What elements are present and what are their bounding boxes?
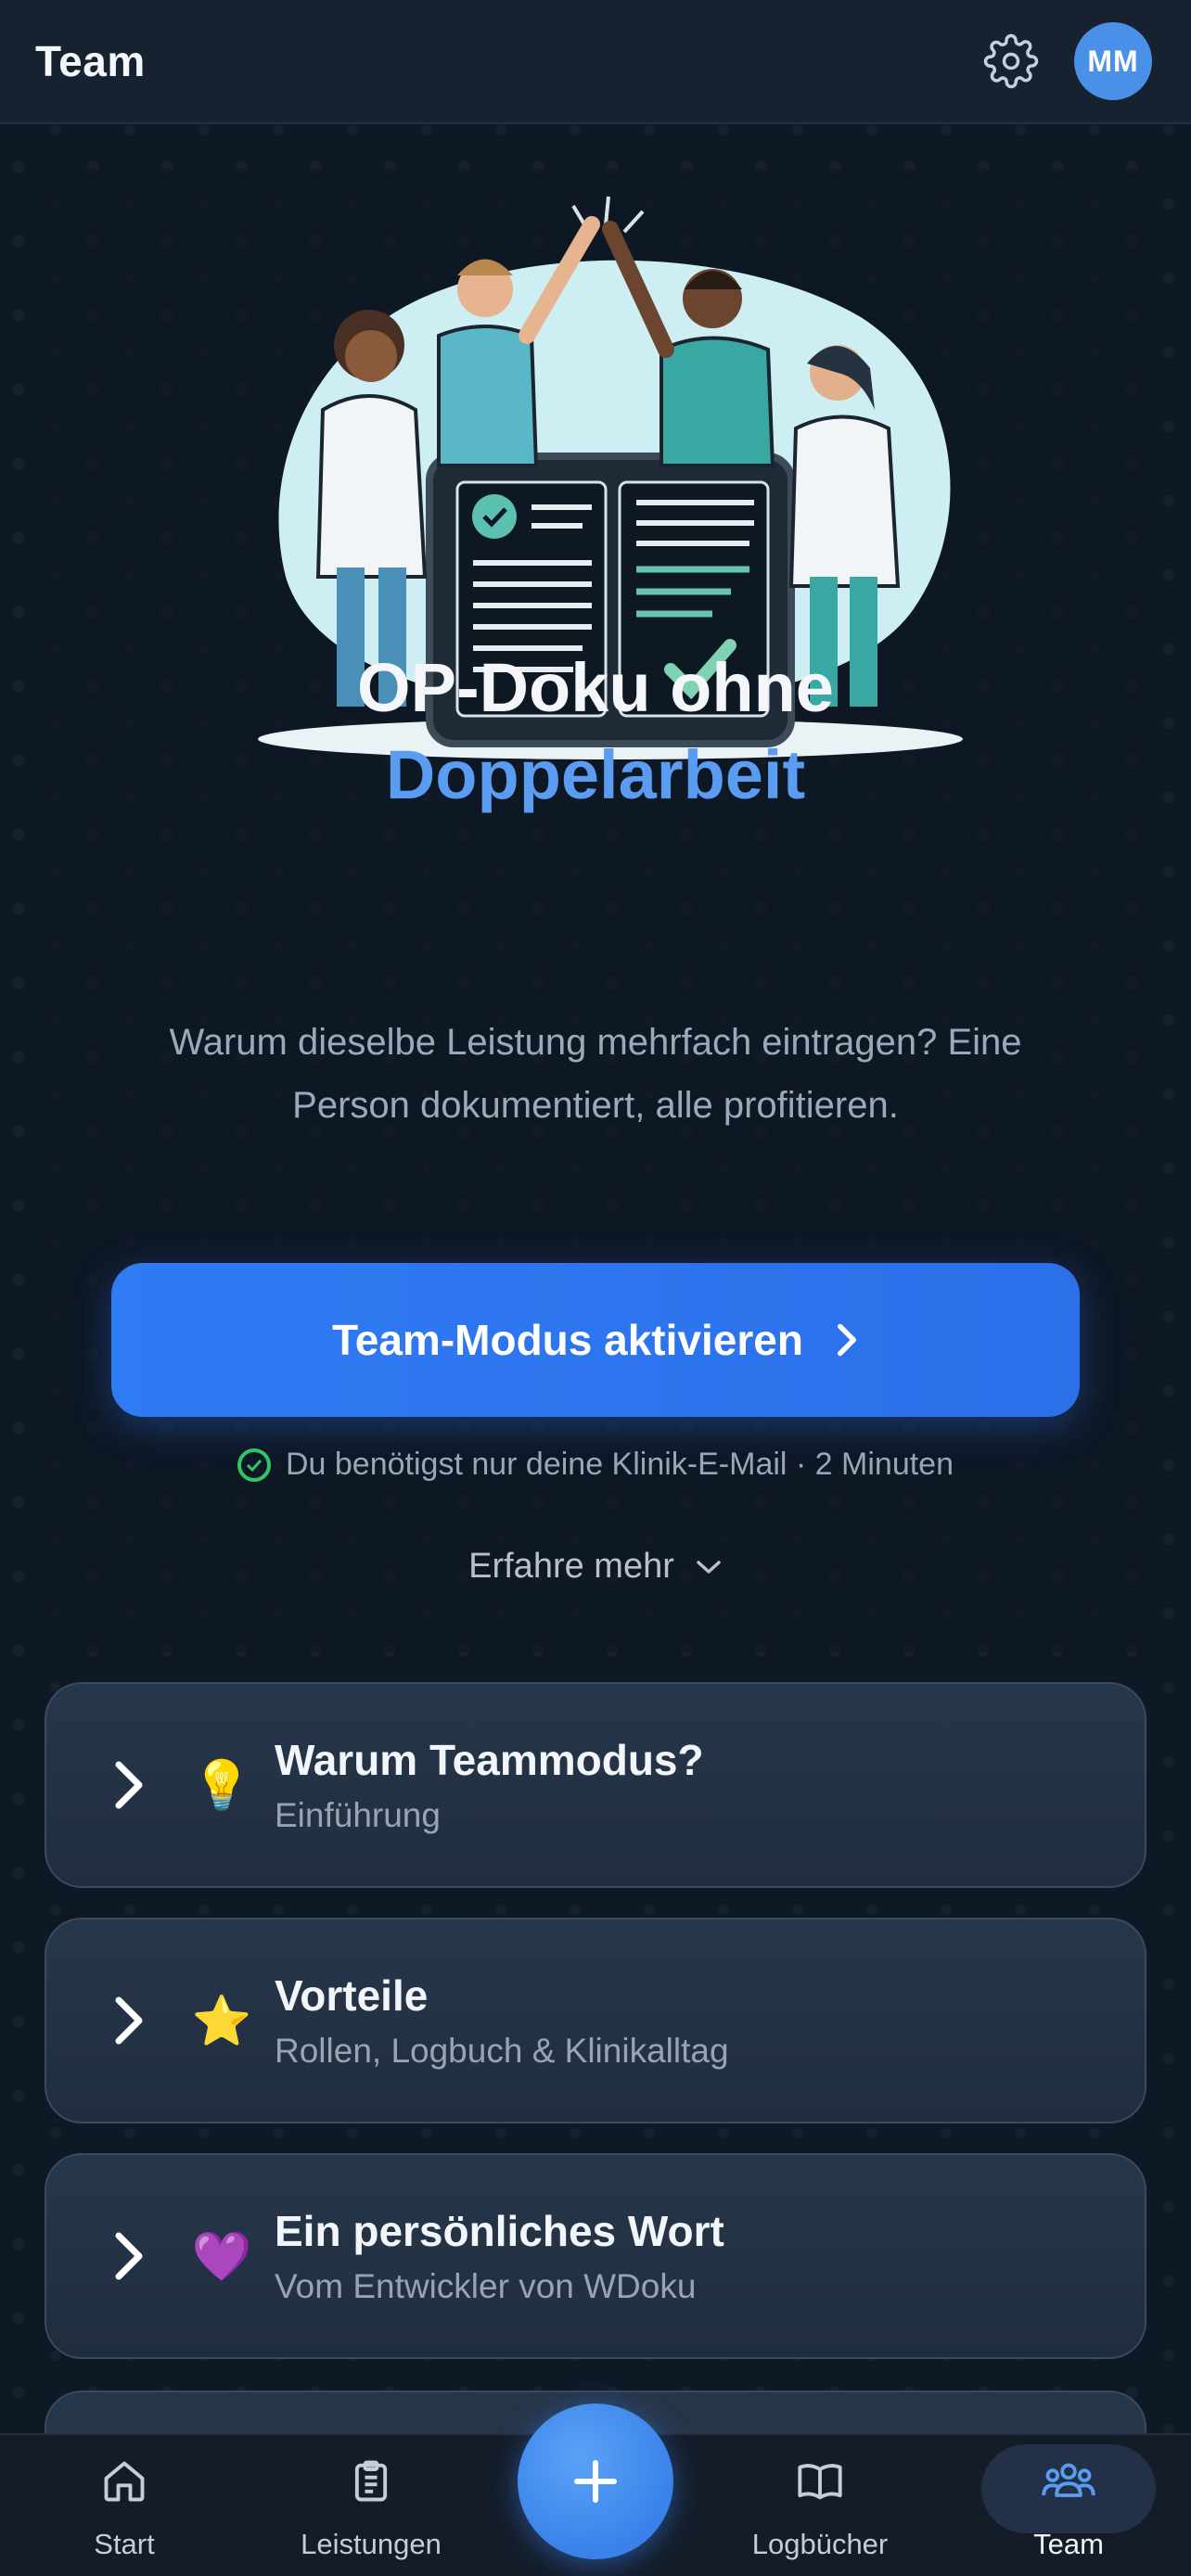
learn-more-label: Erfahre mehr [468, 1547, 674, 1586]
nav-leistungen[interactable]: Leistungen [278, 2454, 464, 2574]
chevron-right-icon [115, 1996, 143, 2045]
star-icon: ⭐ [191, 1994, 252, 2048]
learn-more-toggle[interactable]: Erfahre mehr [0, 1547, 1191, 1587]
hero-subtitle: Warum dieselbe Leistung mehrfach eintrag… [169, 1022, 1022, 1126]
nav-label: Team [1033, 2528, 1104, 2560]
section-subtitle: Vom Entwickler von WDoku [275, 2267, 697, 2305]
add-entry-button[interactable] [518, 2404, 673, 2559]
section-title: Ein persönliches Wort [275, 2207, 724, 2255]
chevron-down-icon [697, 1560, 721, 1574]
avatar[interactable]: MM [1074, 22, 1152, 100]
requirement-note-text: Du benötigst nur deine Klinik-E-Mail · 2… [285, 1447, 954, 1482]
lightbulb-icon: 💡 [191, 1758, 252, 1813]
team-icon [1041, 2454, 1096, 2509]
hero-title: OP-Doku ohne Doppelarbeit [0, 644, 1191, 819]
section-title: Warum Teammodus? [275, 1736, 704, 1784]
nav-logbuecher[interactable]: Logbücher [727, 2454, 913, 2574]
plus-icon [574, 2460, 617, 2503]
home-icon [96, 2454, 152, 2509]
section-advantages[interactable]: ⭐ Vorteile Rollen, Logbuch & Klinikallta… [45, 1918, 1146, 2123]
nav-label: Logbücher [751, 2528, 889, 2560]
cta-label: Team-Modus aktivieren [332, 1316, 803, 1364]
chevron-right-icon [837, 1323, 856, 1357]
section-texts: Ein persönliches Wort Vom Entwickler von… [275, 2206, 724, 2306]
page-title: Team [35, 37, 146, 85]
check-circle-icon [237, 1447, 271, 1482]
nav-label: Start [94, 2528, 155, 2560]
section-title: Vorteile [275, 1971, 429, 2020]
chevron-right-icon [115, 1761, 143, 1809]
section-subtitle: Einführung [275, 1796, 441, 1834]
activate-team-mode-button[interactable]: Team-Modus aktivieren [111, 1263, 1080, 1417]
section-subtitle: Rollen, Logbuch & Klinikalltag [275, 2032, 729, 2070]
hero-card [45, 169, 1146, 1652]
top-bar: Team MM [0, 0, 1191, 124]
settings-gear-icon[interactable] [981, 32, 1041, 91]
hero-title-line1: OP-Doku ohne [357, 649, 834, 726]
nav-label: Leistungen [301, 2528, 442, 2560]
nav-start[interactable]: Start [32, 2454, 217, 2574]
hero-title-accent: Doppelarbeit [385, 736, 806, 813]
nav-team[interactable]: Team [976, 2454, 1161, 2574]
book-icon [792, 2454, 848, 2509]
section-personal-word[interactable]: 💜 Ein persönliches Wort Vom Entwickler v… [45, 2153, 1146, 2359]
requirement-note: Du benötigst nur deine Klinik-E-Mail · 2… [0, 1447, 1191, 1483]
purple-heart-icon: 💜 [191, 2229, 252, 2284]
section-why-team-mode[interactable]: 💡 Warum Teammodus? Einführung [45, 1682, 1146, 1888]
chevron-right-icon [115, 2232, 143, 2280]
clipboard-icon [343, 2454, 399, 2509]
section-texts: Warum Teammodus? Einführung [275, 1735, 704, 1835]
top-bar-actions: MM [981, 22, 1152, 100]
section-texts: Vorteile Rollen, Logbuch & Klinikalltag [275, 1970, 729, 2071]
